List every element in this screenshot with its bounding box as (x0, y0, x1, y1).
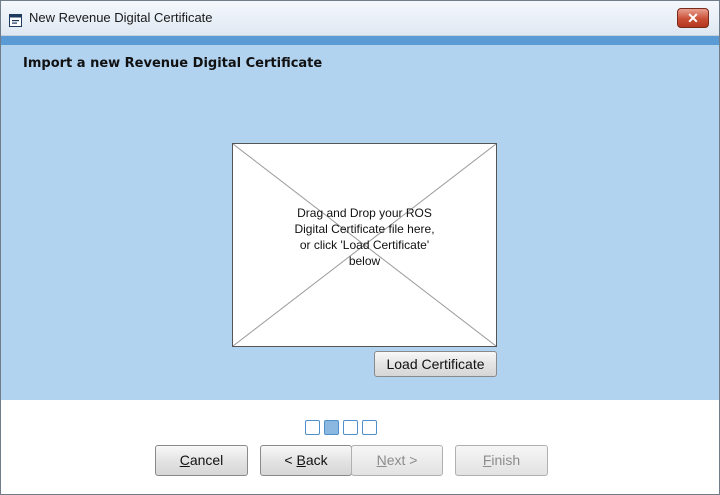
certificate-drop-zone[interactable]: Drag and Drop your ROS Digital Certifica… (232, 143, 497, 347)
close-icon: ✕ (687, 10, 699, 26)
back-prefix: < (284, 452, 297, 468)
window-title: New Revenue Digital Certificate (29, 10, 213, 25)
drop-zone-instructions: Drag and Drop your ROS Digital Certifica… (294, 206, 435, 268)
close-button[interactable]: ✕ (677, 8, 709, 28)
certificate-app-icon (9, 12, 22, 27)
back-mnemonic: B (296, 452, 306, 468)
cancel-button[interactable]: Cancel (155, 445, 248, 476)
wizard-window: New Revenue Digital Certificate ✕ Import… (0, 0, 720, 495)
step-1-indicator (305, 420, 320, 435)
next-mnemonic: N (376, 452, 387, 468)
next-label: ext > (386, 452, 418, 468)
back-button[interactable]: < Back (260, 445, 352, 476)
header-accent-strip (1, 36, 719, 45)
next-button[interactable]: Next > (351, 445, 443, 476)
step-4-indicator (362, 420, 377, 435)
wizard-footer: Cancel < Back Next > Finish (1, 400, 719, 494)
page-heading: Import a new Revenue Digital Certificate (23, 56, 323, 71)
wizard-content: Import a new Revenue Digital Certificate… (1, 45, 719, 400)
load-certificate-button[interactable]: Load Certificate (374, 351, 497, 377)
step-3-indicator (343, 420, 358, 435)
back-label: ack (305, 452, 328, 468)
cancel-mnemonic: C (179, 452, 190, 468)
finish-button[interactable]: Finish (455, 445, 548, 476)
cancel-label: ancel (189, 452, 224, 468)
finish-label: inish (491, 452, 521, 468)
title-bar[interactable]: New Revenue Digital Certificate ✕ (1, 1, 719, 36)
step-2-indicator (324, 420, 339, 435)
